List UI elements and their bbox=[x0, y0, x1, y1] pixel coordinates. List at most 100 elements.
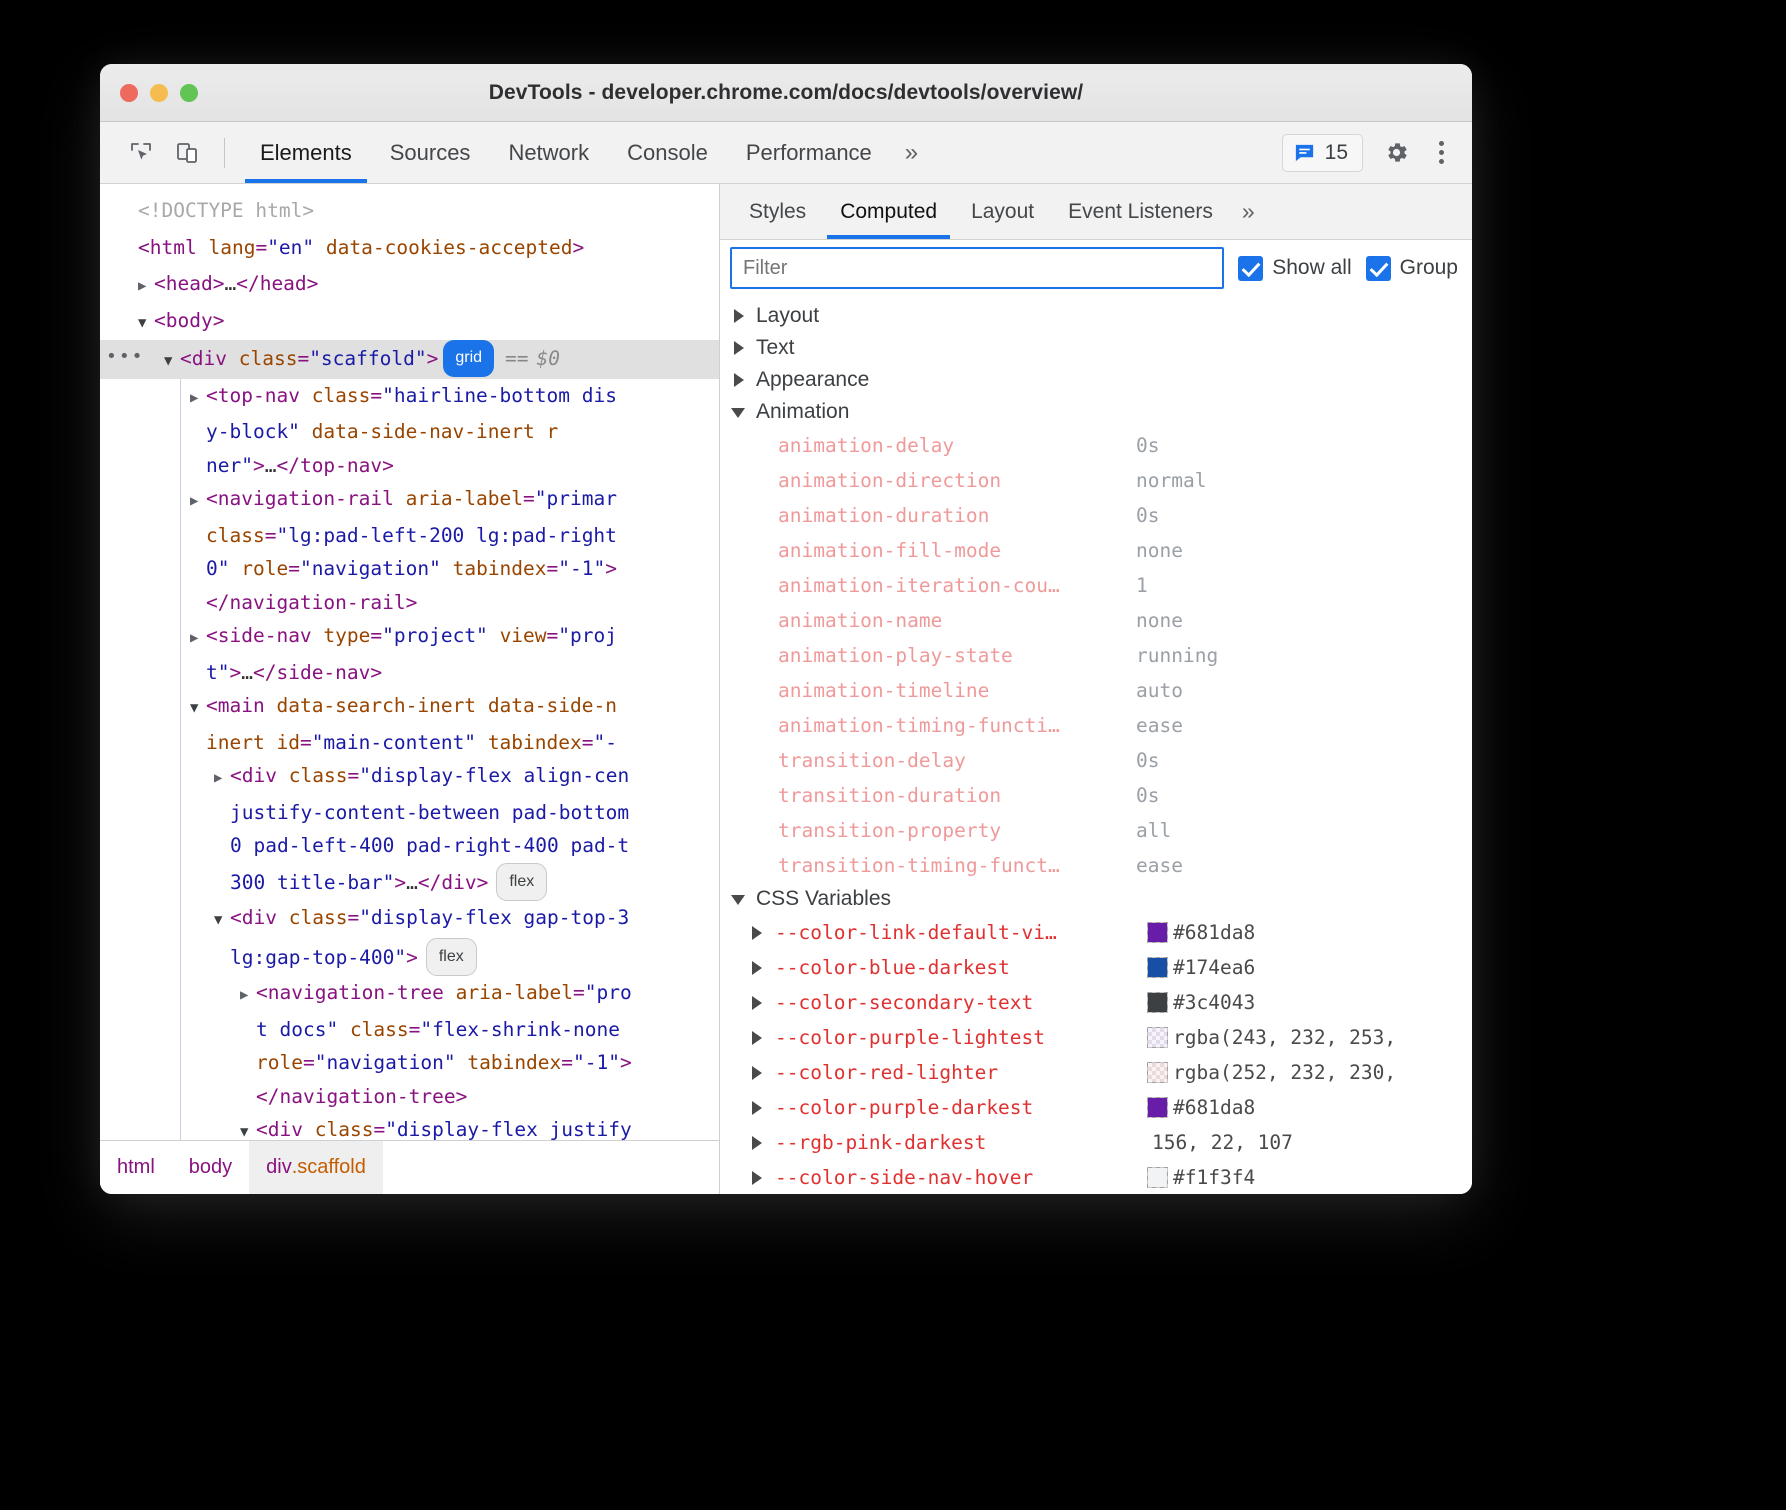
group-css-variables[interactable]: CSS Variables bbox=[720, 883, 1472, 915]
show-all-checkbox-box[interactable] bbox=[1238, 256, 1263, 281]
node-actions-icon[interactable]: ••• bbox=[106, 340, 145, 374]
property-row[interactable]: animation-directionnormal bbox=[720, 463, 1472, 498]
property-row[interactable]: animation-namenone bbox=[720, 603, 1472, 638]
dom-line-doctype[interactable]: ▶<!DOCTYPE html> bbox=[100, 194, 719, 231]
color-swatch[interactable] bbox=[1147, 1062, 1168, 1083]
group-layout[interactable]: Layout bbox=[720, 300, 1472, 332]
tab-console[interactable]: Console bbox=[608, 122, 727, 183]
chevron-right-icon[interactable] bbox=[750, 1136, 763, 1150]
minimize-window-button[interactable] bbox=[150, 84, 168, 102]
tab-event-listeners[interactable]: Event Listeners bbox=[1051, 184, 1230, 239]
chevron-right-icon[interactable] bbox=[750, 1066, 763, 1080]
chevron-right-icon[interactable] bbox=[750, 1101, 763, 1115]
dom-tree[interactable]: ▶<!DOCTYPE html> ▶<html lang="en" data-c… bbox=[100, 184, 719, 1140]
dom-line-navigation-tree[interactable]: ▶<navigation-tree aria-label="pro t docs… bbox=[100, 976, 719, 1113]
property-name: animation-fill-mode bbox=[778, 539, 1136, 562]
color-swatch[interactable] bbox=[1147, 1097, 1168, 1118]
css-variable-row[interactable]: --color-secondary-text#3c4043 bbox=[720, 985, 1472, 1020]
property-row[interactable]: transition-delay0s bbox=[720, 743, 1472, 778]
css-variable-row[interactable]: --color-blue-darkest#174ea6 bbox=[720, 950, 1472, 985]
filter-input[interactable] bbox=[730, 247, 1224, 289]
group-text[interactable]: Text bbox=[720, 332, 1472, 364]
dom-line-justify-center[interactable]: ▼<div class="display-flex justify ntent-… bbox=[100, 1113, 719, 1140]
property-row[interactable]: animation-timing-functi…ease bbox=[720, 708, 1472, 743]
group-appearance[interactable]: Appearance bbox=[720, 364, 1472, 396]
dom-line-body[interactable]: ▼<body> bbox=[100, 304, 719, 341]
dom-line-head[interactable]: ▶<head>…</head> bbox=[100, 267, 719, 304]
property-row[interactable]: animation-iteration-cou…1 bbox=[720, 568, 1472, 603]
device-toolbar-icon[interactable] bbox=[168, 134, 206, 172]
chevron-right-icon[interactable] bbox=[750, 1031, 763, 1045]
breadcrumb-item-div-scaffold[interactable]: div.scaffold bbox=[249, 1141, 383, 1194]
tab-computed[interactable]: Computed bbox=[823, 184, 954, 239]
grid-badge[interactable]: grid bbox=[443, 340, 494, 377]
property-value: 0s bbox=[1136, 749, 1159, 772]
tab-elements[interactable]: Elements bbox=[241, 122, 371, 183]
group-animation[interactable]: Animation bbox=[720, 396, 1472, 428]
chevron-right-icon[interactable] bbox=[732, 309, 746, 323]
dom-line-main[interactable]: ▼<main data-search-inert data-side-n ine… bbox=[100, 689, 719, 759]
group-checkbox[interactable]: Group bbox=[1366, 256, 1458, 281]
flex-badge[interactable]: flex bbox=[496, 863, 547, 902]
css-variable-row[interactable]: --color-side-nav-hover#f1f3f4 bbox=[720, 1160, 1472, 1194]
property-row[interactable]: transition-duration0s bbox=[720, 778, 1472, 813]
breadcrumb-item-body[interactable]: body bbox=[172, 1141, 249, 1194]
property-row[interactable]: animation-timelineauto bbox=[720, 673, 1472, 708]
close-window-button[interactable] bbox=[120, 84, 138, 102]
dom-line-navigation-rail[interactable]: ▶<navigation-rail aria-label="primar cla… bbox=[100, 482, 719, 619]
chevron-right-icon[interactable] bbox=[750, 961, 763, 975]
property-row[interactable]: animation-play-staterunning bbox=[720, 638, 1472, 673]
color-swatch[interactable] bbox=[1147, 1027, 1168, 1048]
tab-performance[interactable]: Performance bbox=[727, 122, 891, 183]
dom-line-scaffold[interactable]: ••• ▼<div class="scaffold">grid==$0 bbox=[100, 340, 719, 379]
color-swatch[interactable] bbox=[1147, 1167, 1168, 1188]
message-count-badge[interactable]: 15 bbox=[1282, 134, 1363, 172]
color-swatch[interactable] bbox=[1147, 922, 1168, 943]
breadcrumb: html body div.scaffold bbox=[100, 1140, 719, 1194]
color-swatch[interactable] bbox=[1147, 957, 1168, 978]
tab-network[interactable]: Network bbox=[489, 122, 608, 183]
more-tabs-icon[interactable]: » bbox=[891, 122, 932, 183]
show-all-checkbox[interactable]: Show all bbox=[1238, 256, 1351, 281]
property-row[interactable]: animation-fill-modenone bbox=[720, 533, 1472, 568]
chevron-down-icon[interactable] bbox=[732, 405, 746, 419]
chevron-right-icon[interactable] bbox=[750, 996, 763, 1010]
chevron-right-icon[interactable] bbox=[732, 341, 746, 355]
dom-line-gap-top[interactable]: ▼<div class="display-flex gap-top-3 lg:g… bbox=[100, 901, 719, 976]
dom-line-html[interactable]: ▶<html lang="en" data-cookies-accepted> bbox=[100, 231, 719, 268]
group-checkbox-box[interactable] bbox=[1366, 256, 1391, 281]
dom-line-topnav[interactable]: ▶<top-nav class="hairline-bottom dis y-b… bbox=[100, 379, 719, 483]
tab-sources[interactable]: Sources bbox=[371, 122, 490, 183]
property-row[interactable]: animation-duration0s bbox=[720, 498, 1472, 533]
computed-properties-list[interactable]: Layout Text Appearance Animation anim bbox=[720, 296, 1472, 1194]
chevron-right-icon[interactable] bbox=[750, 926, 763, 940]
chevron-down-icon[interactable] bbox=[732, 892, 746, 906]
inspect-element-icon[interactable] bbox=[122, 134, 160, 172]
property-name: transition-delay bbox=[778, 749, 1136, 772]
property-row[interactable]: transition-propertyall bbox=[720, 813, 1472, 848]
dom-line-side-nav[interactable]: ▶<side-nav type="project" view="proj t">… bbox=[100, 619, 719, 689]
css-variable-row[interactable]: --color-link-default-vi…#681da8 bbox=[720, 915, 1472, 950]
chevron-right-icon[interactable] bbox=[732, 373, 746, 387]
chevron-right-icon[interactable] bbox=[750, 1171, 763, 1185]
css-variable-row[interactable]: --color-purple-darkest#681da8 bbox=[720, 1090, 1472, 1125]
css-variable-row[interactable]: --rgb-pink-darkest156, 22, 107 bbox=[720, 1125, 1472, 1160]
flex-badge-2[interactable]: flex bbox=[426, 938, 477, 977]
color-swatch[interactable] bbox=[1147, 992, 1168, 1013]
tab-layout[interactable]: Layout bbox=[954, 184, 1051, 239]
toolbar-divider bbox=[224, 138, 225, 168]
zoom-window-button[interactable] bbox=[180, 84, 198, 102]
tab-styles[interactable]: Styles bbox=[732, 184, 823, 239]
css-variable-row[interactable]: --color-red-lighterrgba(252, 232, 230, bbox=[720, 1055, 1472, 1090]
css-variable-row[interactable]: --color-purple-lightestrgba(243, 232, 25… bbox=[720, 1020, 1472, 1055]
property-row[interactable]: transition-timing-funct…ease bbox=[720, 848, 1472, 883]
window-title: DevTools - developer.chrome.com/docs/dev… bbox=[100, 81, 1472, 105]
more-options-icon[interactable] bbox=[1429, 135, 1454, 170]
more-sidebar-tabs-icon[interactable]: » bbox=[1230, 184, 1267, 239]
property-row[interactable]: animation-delay0s bbox=[720, 428, 1472, 463]
gear-icon[interactable] bbox=[1377, 134, 1415, 172]
dom-line-title-bar[interactable]: ▶<div class="display-flex align-cen just… bbox=[100, 759, 719, 901]
styles-sidebar-tabs: Styles Computed Layout Event Listeners » bbox=[720, 184, 1472, 240]
variable-value: #174ea6 bbox=[1173, 956, 1255, 979]
breadcrumb-item-html[interactable]: html bbox=[100, 1141, 172, 1194]
